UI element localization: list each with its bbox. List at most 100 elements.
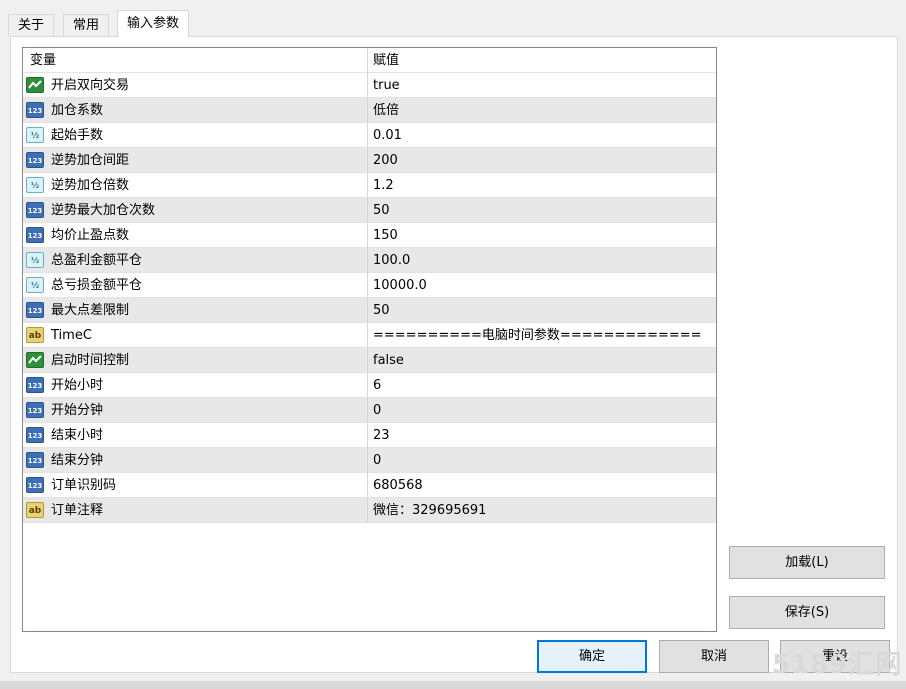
variable-cell: ½ 总盈利金额平仓 (23, 248, 368, 273)
double-icon: ½ (26, 177, 44, 193)
table-row[interactable]: ab 订单注释 微信：329695691 (23, 498, 716, 523)
variable-name: 启动时间控制 (51, 353, 130, 368)
int-icon: 123 (26, 377, 44, 393)
tab-about[interactable]: 关于 (8, 14, 55, 36)
int-icon: 123 (26, 302, 44, 318)
variable-cell: ½ 逆势加仓倍数 (23, 173, 368, 198)
value-cell[interactable]: 1.2 (368, 173, 716, 198)
table-row[interactable]: 启动时间控制 false (23, 348, 716, 373)
table-row[interactable]: 123 开始分钟 0 (23, 398, 716, 423)
variable-cell: 123 开始小时 (23, 373, 368, 398)
value-cell[interactable]: true (368, 73, 716, 98)
table-row[interactable]: 123 逆势最大加仓次数 50 (23, 198, 716, 223)
double-icon: ½ (26, 252, 44, 268)
table-row[interactable]: ½ 逆势加仓倍数 1.2 (23, 173, 716, 198)
value-cell[interactable]: 10000.0 (368, 273, 716, 298)
value-cell[interactable]: 150 (368, 223, 716, 248)
table-row[interactable]: 开启双向交易 true (23, 73, 716, 98)
variable-cell: 启动时间控制 (23, 348, 368, 373)
variable-name: 开启双向交易 (51, 78, 130, 93)
int-icon: 123 (26, 227, 44, 243)
variable-name: 起始手数 (51, 128, 104, 143)
int-icon: 123 (26, 402, 44, 418)
value-cell[interactable]: 50 (368, 298, 716, 323)
variable-name: 加仓系数 (51, 103, 104, 118)
variable-name: TimeC (51, 328, 92, 343)
value-cell[interactable]: 100.0 (368, 248, 716, 273)
value-cell[interactable]: 200 (368, 148, 716, 173)
variable-name: 均价止盈点数 (51, 228, 130, 243)
bottom-strip (0, 681, 906, 689)
table-row[interactable]: 123 订单识别码 680568 (23, 473, 716, 498)
value-cell[interactable]: 微信：329695691 (368, 498, 716, 523)
tab-common[interactable]: 常用 (63, 14, 110, 36)
table-row[interactable]: ab TimeC ==========电脑时间参数============= (23, 323, 716, 348)
cancel-button[interactable]: 取消 (659, 640, 769, 673)
string-icon: ab (26, 327, 44, 343)
ok-button[interactable]: 确定 (537, 640, 647, 673)
variable-name: 订单识别码 (51, 478, 117, 493)
variable-name: 逆势加仓倍数 (51, 178, 130, 193)
column-header-variable: 变量 (23, 48, 368, 73)
value-cell[interactable]: 23 (368, 423, 716, 448)
value-cell[interactable]: 680568 (368, 473, 716, 498)
table-row[interactable]: 123 最大点差限制 50 (23, 298, 716, 323)
variable-name: 订单注释 (51, 503, 104, 518)
value-cell[interactable]: ==========电脑时间参数============= (368, 323, 716, 348)
variable-cell: ab TimeC (23, 323, 368, 348)
variable-cell: 123 逆势最大加仓次数 (23, 198, 368, 223)
int-icon: 123 (26, 477, 44, 493)
table-row[interactable]: 123 加仓系数 低倍 (23, 98, 716, 123)
table-row[interactable]: 123 结束分钟 0 (23, 448, 716, 473)
value-cell[interactable]: false (368, 348, 716, 373)
column-header-value: 赋值 (368, 48, 716, 73)
double-icon: ½ (26, 277, 44, 293)
table-row[interactable]: 123 开始小时 6 (23, 373, 716, 398)
variable-cell: ½ 总亏损金额平仓 (23, 273, 368, 298)
int-icon: 123 (26, 452, 44, 468)
variable-cell: 开启双向交易 (23, 73, 368, 98)
variable-cell: ab 订单注释 (23, 498, 368, 523)
table-row[interactable]: ½ 起始手数 0.01 (23, 123, 716, 148)
table-row[interactable]: 123 均价止盈点数 150 (23, 223, 716, 248)
table-row[interactable]: 123 逆势加仓间距 200 (23, 148, 716, 173)
variable-cell: ½ 起始手数 (23, 123, 368, 148)
save-button[interactable]: 保存(S) (729, 596, 885, 629)
variable-name: 开始小时 (51, 378, 104, 393)
variable-cell: 123 最大点差限制 (23, 298, 368, 323)
variable-name: 结束分钟 (51, 453, 104, 468)
value-cell[interactable]: 0.01 (368, 123, 716, 148)
watermark: 5189汇网 (772, 650, 903, 680)
variable-cell: 123 均价止盈点数 (23, 223, 368, 248)
grid-header-row: 变量 赋值 (23, 48, 716, 73)
variable-name: 逆势加仓间距 (51, 153, 130, 168)
table-row[interactable]: ½ 总盈利金额平仓 100.0 (23, 248, 716, 273)
tab-input-parameters[interactable]: 输入参数 (117, 10, 190, 37)
variable-cell: 123 结束小时 (23, 423, 368, 448)
load-button[interactable]: 加载(L) (729, 546, 885, 579)
variable-cell: 123 订单识别码 (23, 473, 368, 498)
value-cell[interactable]: 0 (368, 448, 716, 473)
variable-cell: 123 结束分钟 (23, 448, 368, 473)
variable-cell: 123 加仓系数 (23, 98, 368, 123)
variable-name: 总亏损金额平仓 (51, 278, 143, 293)
value-cell[interactable]: 6 (368, 373, 716, 398)
variable-name: 逆势最大加仓次数 (51, 203, 156, 218)
int-icon: 123 (26, 102, 44, 118)
bool-icon (26, 352, 44, 368)
value-cell[interactable]: 50 (368, 198, 716, 223)
value-cell[interactable]: 低倍 (368, 98, 716, 123)
parameters-grid: 变量 赋值 开启双向交易 true 123 加仓系数 低倍 ½ 起始手数 0.01 123 逆势加… (22, 47, 717, 632)
value-cell[interactable]: 0 (368, 398, 716, 423)
table-row[interactable]: 123 结束小时 23 (23, 423, 716, 448)
tab-bar: 关于 常用 输入参数 (0, 0, 900, 37)
table-row[interactable]: ½ 总亏损金额平仓 10000.0 (23, 273, 716, 298)
variable-name: 开始分钟 (51, 403, 104, 418)
variable-name: 总盈利金额平仓 (51, 253, 143, 268)
variable-cell: 123 开始分钟 (23, 398, 368, 423)
string-icon: ab (26, 502, 44, 518)
int-icon: 123 (26, 152, 44, 168)
int-icon: 123 (26, 427, 44, 443)
double-icon: ½ (26, 127, 44, 143)
variable-name: 结束小时 (51, 428, 104, 443)
